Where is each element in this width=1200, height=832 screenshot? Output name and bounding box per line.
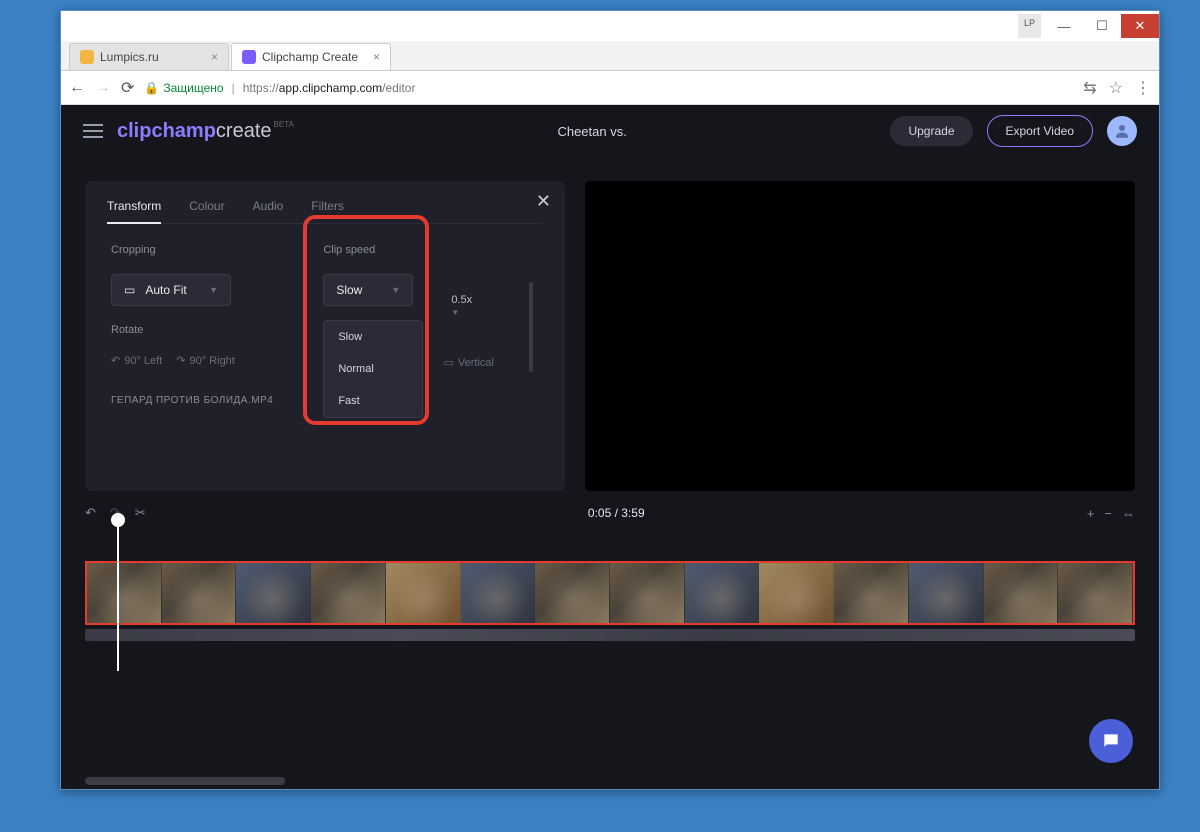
clip-thumb[interactable] xyxy=(610,563,685,623)
rotate-right-button[interactable]: ↷ 90° Right xyxy=(176,354,235,367)
speed-select[interactable]: Slow ▼ xyxy=(323,274,413,306)
cropping-label: Cropping xyxy=(111,244,273,256)
clip-thumb[interactable] xyxy=(236,563,311,623)
minimize-button[interactable]: — xyxy=(1045,14,1083,38)
clipchamp-app: clipchampcreateBETA Cheetan vs. Upgrade … xyxy=(61,105,1159,789)
undo-icon[interactable]: ↶ xyxy=(85,505,96,521)
reload-icon[interactable]: ⟳ xyxy=(121,78,134,98)
chat-button[interactable] xyxy=(1089,719,1133,763)
speed-option-normal[interactable]: Normal xyxy=(324,353,422,385)
zoom-in-icon[interactable]: + xyxy=(1087,506,1095,521)
tab-filters[interactable]: Filters xyxy=(311,199,344,213)
clip-thumb[interactable] xyxy=(909,563,984,623)
secure-badge: 🔒 Защищено xyxy=(144,81,223,95)
workspace: ✕ Transform Colour Audio Filters Croppin… xyxy=(61,157,1159,491)
flip-controls: ▯ l ▭ Vertical xyxy=(417,356,494,369)
panel-body: Cropping ▭ Auto Fit ▼ Rotate ↶ 90° Left … xyxy=(107,224,543,406)
tab-close-icon[interactable]: × xyxy=(211,50,218,64)
back-icon[interactable]: ← xyxy=(69,79,85,97)
app-logo: clipchampcreateBETA xyxy=(117,120,294,143)
chevron-down-icon: ▼ xyxy=(209,285,218,295)
hamburger-icon[interactable] xyxy=(83,124,103,138)
timeline[interactable] xyxy=(85,531,1135,651)
tab-label: Lumpics.ru xyxy=(100,50,159,64)
clip-thumb[interactable] xyxy=(1058,563,1133,623)
url-field[interactable]: 🔒 Защищено | https://app.clipchamp.com/e… xyxy=(144,81,1073,95)
clip-thumb[interactable] xyxy=(834,563,909,623)
speed-dropdown: Slow Normal Fast xyxy=(323,320,423,418)
zoom-out-icon[interactable]: − xyxy=(1104,506,1112,521)
lock-icon: 🔒 xyxy=(144,81,159,95)
star-icon[interactable]: ☆ xyxy=(1109,78,1123,98)
panel-tabs: Transform Colour Audio Filters xyxy=(107,199,543,224)
close-button[interactable]: ✕ xyxy=(1121,14,1159,38)
clip-thumb[interactable] xyxy=(984,563,1059,623)
horizontal-scrollbar[interactable] xyxy=(85,777,285,785)
zoom-fit-icon[interactable]: ⇔ xyxy=(1122,506,1135,521)
rotate-left-button[interactable]: ↶ 90° Left xyxy=(111,354,162,367)
tab-transform[interactable]: Transform xyxy=(107,199,161,224)
app-header: clipchampcreateBETA Cheetan vs. Upgrade … xyxy=(61,105,1159,157)
playhead-time: 0:05 / 3:59 xyxy=(160,506,1073,520)
clip-thumb[interactable] xyxy=(759,563,834,623)
project-title[interactable]: Cheetan vs. xyxy=(308,124,877,139)
browser-window: LP — ☐ ✕ Lumpics.ru × Clipchamp Create ×… xyxy=(60,10,1160,790)
clip-thumb[interactable] xyxy=(162,563,237,623)
cut-icon[interactable]: ✂ xyxy=(135,505,146,521)
address-bar: ← → ⟳ 🔒 Защищено | https://app.clipchamp… xyxy=(61,71,1159,105)
speed-label: Clip speed xyxy=(323,244,413,256)
speed-option-fast[interactable]: Fast xyxy=(324,385,422,417)
window-controls: LP — ☐ ✕ xyxy=(1018,14,1159,38)
panel-close-icon[interactable]: ✕ xyxy=(536,191,551,212)
translate-icon[interactable]: ⇆ xyxy=(1083,78,1096,98)
panel-scrollbar[interactable] xyxy=(529,282,533,372)
video-preview[interactable] xyxy=(585,181,1135,491)
cropping-col: Cropping ▭ Auto Fit ▼ Rotate ↶ 90° Left … xyxy=(111,244,273,406)
tab-colour[interactable]: Colour xyxy=(189,199,224,213)
playhead[interactable] xyxy=(117,519,119,671)
edit-panel: ✕ Transform Colour Audio Filters Croppin… xyxy=(85,181,565,491)
browser-tabs: Lumpics.ru × Clipchamp Create × xyxy=(61,41,1159,71)
clip-thumb[interactable] xyxy=(535,563,610,623)
audio-track[interactable] xyxy=(85,629,1135,641)
upgrade-button[interactable]: Upgrade xyxy=(890,116,972,146)
tab-close-icon[interactable]: × xyxy=(373,50,380,64)
chevron-down-icon: ▼ xyxy=(391,285,400,295)
rotate-controls: ↶ 90° Left ↷ 90° Right xyxy=(111,354,273,367)
crop-icon: ▭ xyxy=(124,283,135,297)
clip-thumb[interactable] xyxy=(461,563,536,623)
favicon-icon xyxy=(80,50,94,64)
timeline-toolbar: ↶ ↷ ✂ 0:05 / 3:59 + − ⇔ xyxy=(61,491,1159,521)
export-button[interactable]: Export Video xyxy=(987,115,1094,147)
clip-thumb[interactable] xyxy=(685,563,760,623)
addr-actions: ⇆ ☆ ⋮ xyxy=(1083,78,1151,98)
tab-audio[interactable]: Audio xyxy=(253,199,284,213)
forward-icon[interactable]: → xyxy=(95,79,111,97)
clip-thumb[interactable] xyxy=(87,563,162,623)
chat-icon xyxy=(1101,731,1121,751)
video-track[interactable] xyxy=(85,561,1135,625)
user-icon xyxy=(1113,122,1131,140)
clip-thumb[interactable] xyxy=(311,563,386,623)
speed-multiplier[interactable]: 0.5x ▼ xyxy=(451,294,472,318)
speed-col: Clip speed Slow ▼ 0.5x ▼ Slow Normal Fas… xyxy=(323,244,413,406)
titlebar: LP — ☐ ✕ xyxy=(61,11,1159,41)
favicon-icon xyxy=(242,50,256,64)
rotate-label: Rotate xyxy=(111,324,273,336)
maximize-button[interactable]: ☐ xyxy=(1083,14,1121,38)
clip-filename: ГЕПАРД ПРОТИВ БОЛИДА.MP4 xyxy=(111,395,273,406)
clip-thumb[interactable] xyxy=(386,563,461,623)
avatar[interactable] xyxy=(1107,116,1137,146)
tab-clipchamp[interactable]: Clipchamp Create × xyxy=(231,43,391,70)
lp-badge: LP xyxy=(1018,14,1041,38)
flip-vertical-button[interactable]: ▭ Vertical xyxy=(444,356,494,369)
speed-option-slow[interactable]: Slow xyxy=(324,321,422,353)
cropping-select[interactable]: ▭ Auto Fit ▼ xyxy=(111,274,231,306)
menu-icon[interactable]: ⋮ xyxy=(1135,78,1151,98)
tab-lumpics[interactable]: Lumpics.ru × xyxy=(69,43,229,70)
tab-label: Clipchamp Create xyxy=(262,50,358,64)
